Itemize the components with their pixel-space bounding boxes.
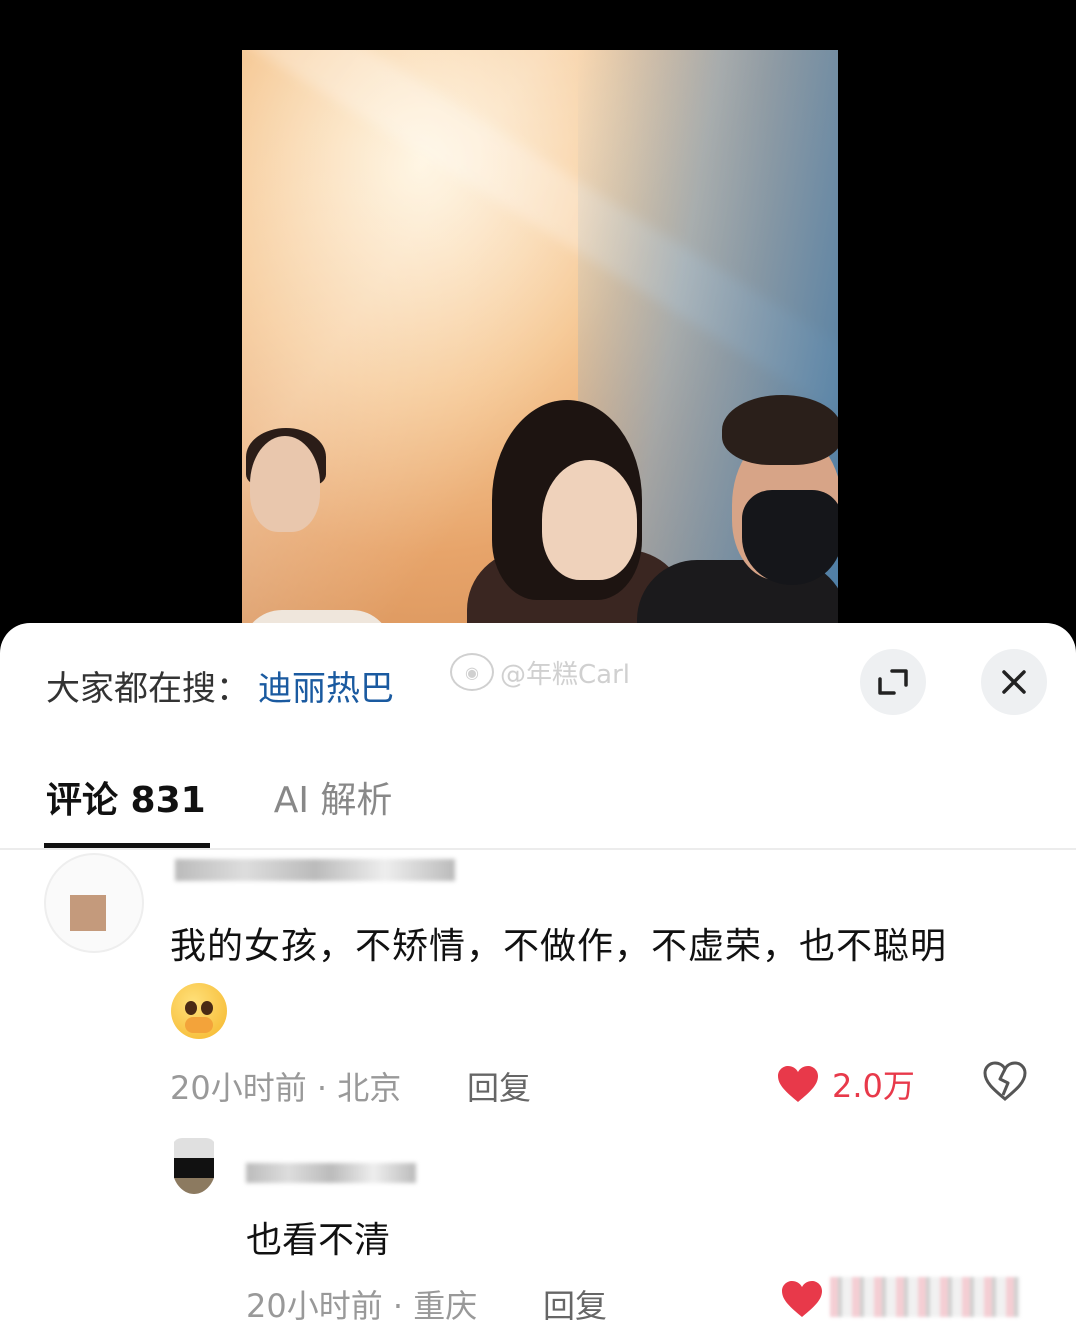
broken-heart-icon[interactable]: [983, 1061, 1027, 1101]
comment-meta: 20小时前 · 北京: [170, 1069, 402, 1107]
reply-button[interactable]: 回复: [467, 1063, 531, 1109]
close-button[interactable]: [981, 649, 1047, 715]
tab-bar: 评论 831 AI 解析: [44, 771, 460, 849]
video-player[interactable]: [0, 0, 1076, 640]
pleading-face-emoji: [171, 983, 227, 1039]
like-button[interactable]: 2.0万: [776, 1061, 915, 1107]
video-frame[interactable]: [242, 50, 838, 624]
close-icon: [1002, 670, 1026, 694]
like-count: 2.0万: [832, 1067, 915, 1105]
reply-text: 也看不清: [246, 1220, 391, 1261]
weibo-icon: ◉: [450, 653, 494, 691]
like-button[interactable]: [780, 1279, 836, 1319]
heart-icon: [782, 1281, 822, 1317]
search-suggestion[interactable]: 大家都在搜： 迪丽热巴: [46, 661, 394, 710]
comment-sheet: 大家都在搜： 迪丽热巴 ◉ @年糕Carl 评论 831 AI 解析 我的女孩，…: [0, 623, 1076, 1338]
search-term-link[interactable]: 迪丽热巴: [258, 661, 394, 710]
expand-icon: [878, 669, 908, 695]
username-blurred[interactable]: [246, 1163, 416, 1183]
expand-button[interactable]: [860, 649, 926, 715]
comment-meta: 20小时前 · 重庆: [246, 1287, 478, 1325]
avatar[interactable]: [172, 1138, 216, 1194]
blurred-overlay: [830, 1277, 1020, 1317]
reply-button[interactable]: 回复: [543, 1281, 607, 1327]
watermark: ◉ @年糕Carl: [450, 653, 630, 691]
heart-icon: [778, 1066, 818, 1102]
tab-ai-analysis[interactable]: AI 解析: [274, 771, 393, 849]
username-blurred[interactable]: [175, 859, 455, 881]
search-prefix: 大家都在搜：: [46, 668, 250, 709]
divider: [0, 848, 1076, 850]
comment-text: 我的女孩，不矫情，不做作，不虚荣，也不聪明: [170, 926, 948, 967]
watermark-text: @年糕Carl: [500, 659, 631, 690]
avatar[interactable]: [44, 853, 144, 953]
tab-comments[interactable]: 评论 831: [44, 771, 210, 849]
